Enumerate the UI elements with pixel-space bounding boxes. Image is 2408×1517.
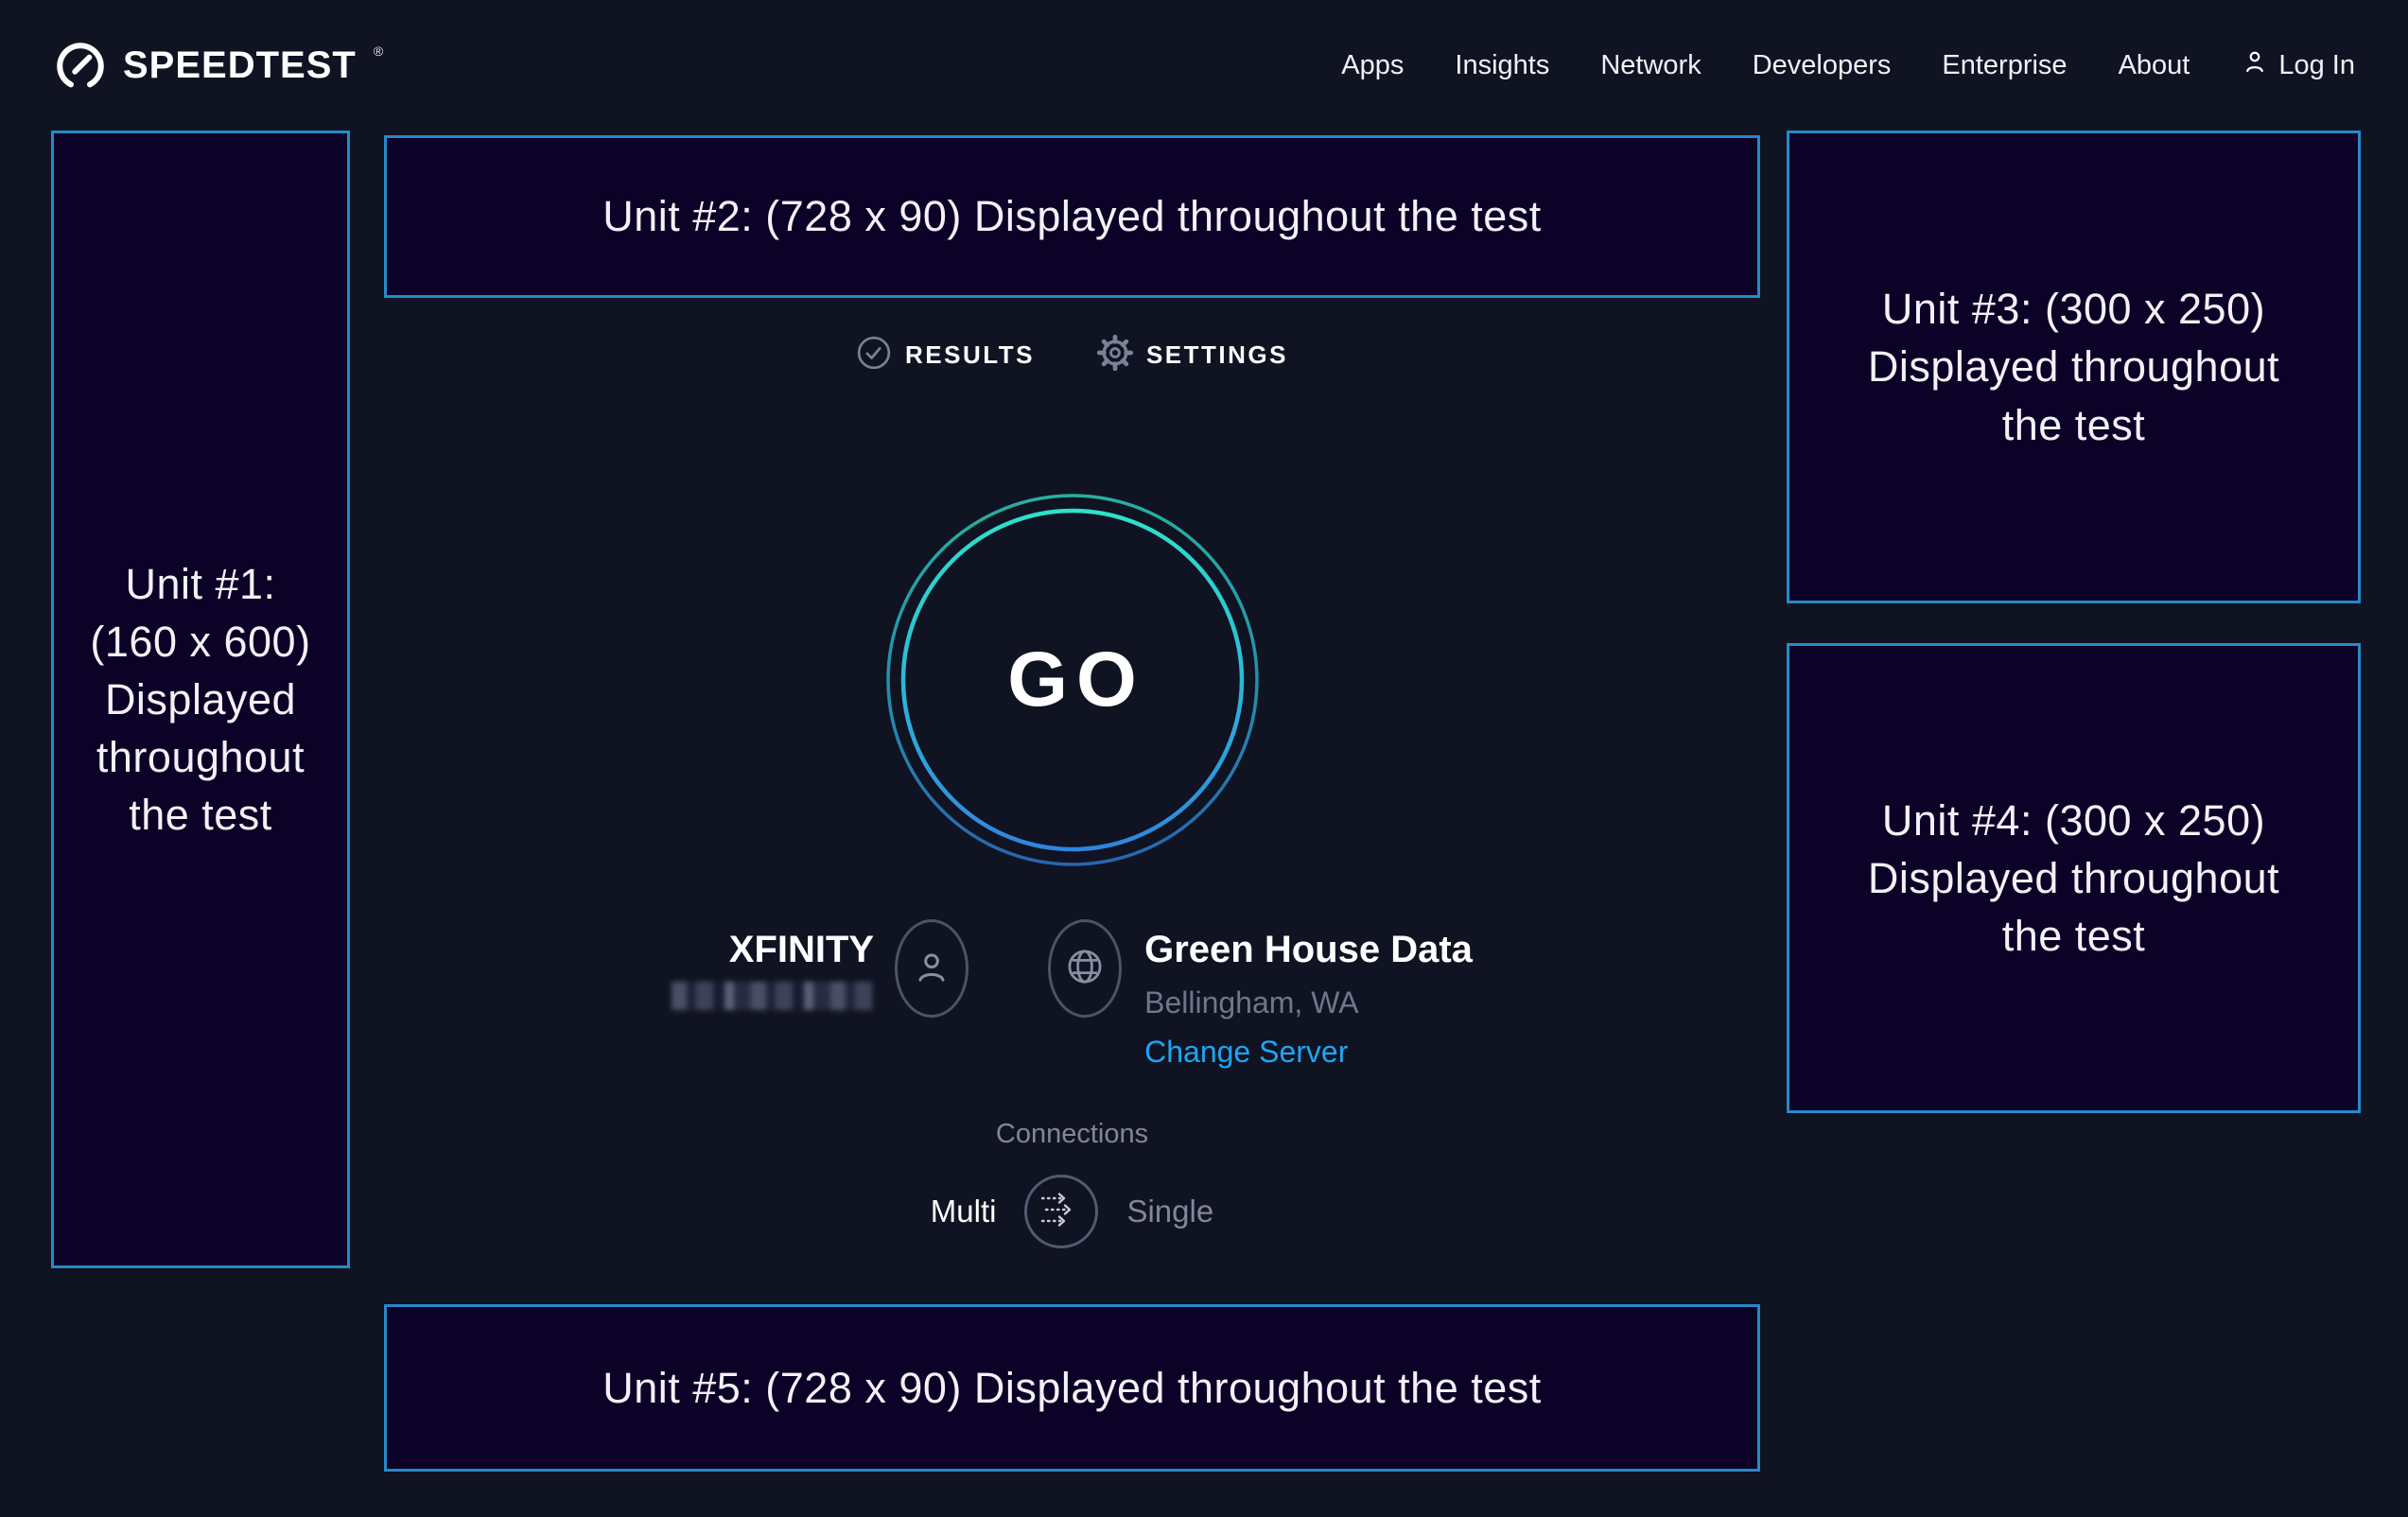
ad-unit-1[interactable]: Unit #1: (160 x 600) Displayed throughou…: [51, 131, 350, 1268]
nav-item-developers[interactable]: Developers: [1727, 50, 1917, 81]
isp-name: XFINITY: [729, 927, 874, 972]
change-server-link[interactable]: Change Server: [1144, 1035, 1348, 1069]
ad-unit-3[interactable]: Unit #3: (300 x 250) Displayed throughou…: [1787, 131, 2361, 603]
server-name: Green House Data: [1144, 927, 1473, 972]
go-label: GO: [883, 491, 1262, 869]
view-tabs: RESULTS: [384, 334, 1760, 375]
login-button[interactable]: Log In: [2215, 47, 2355, 83]
ad-unit-5-label: Unit #5: (728 x 90) Displayed throughout…: [602, 1359, 1542, 1417]
connections-single-label[interactable]: Single: [1126, 1193, 1213, 1230]
isp-block: XFINITY: [672, 927, 968, 1018]
server-block: Green House Data Bellingham, WA Change S…: [1048, 927, 1473, 1069]
ad-unit-5[interactable]: Unit #5: (728 x 90) Displayed throughout…: [384, 1304, 1760, 1472]
person-icon: [913, 948, 951, 990]
multi-connection-arrows-icon: [1039, 1192, 1083, 1232]
nav-item-network[interactable]: Network: [1575, 50, 1726, 81]
tab-settings[interactable]: SETTINGS: [1097, 335, 1288, 375]
main-nav: Apps Insights Network Developers Enterpr…: [1316, 47, 2355, 83]
speedtest-page: SPEEDTEST ® Apps Insights Network Develo…: [0, 0, 2408, 1517]
globe-icon: [1065, 947, 1105, 991]
connections-section: Connections Multi Single: [384, 1121, 1760, 1248]
ad-unit-2[interactable]: Unit #2: (728 x 90) Displayed throughout…: [384, 135, 1760, 298]
server-location: Bellingham, WA: [1144, 985, 1358, 1020]
nav-item-enterprise[interactable]: Enterprise: [1916, 50, 2092, 81]
connections-title: Connections: [996, 1121, 1148, 1148]
nav-item-about[interactable]: About: [2093, 50, 2216, 81]
ad-unit-3-label: Unit #3: (300 x 250) Displayed throughou…: [1847, 280, 2301, 454]
check-circle-icon: [856, 335, 892, 375]
ad-unit-1-label: Unit #1: (160 x 600) Displayed throughou…: [82, 555, 319, 845]
top-nav-bar: SPEEDTEST ® Apps Insights Network Develo…: [0, 0, 2408, 131]
nav-item-insights[interactable]: Insights: [1429, 50, 1575, 81]
tab-settings-label: SETTINGS: [1146, 340, 1288, 370]
tab-results-label: RESULTS: [905, 340, 1035, 370]
ad-unit-2-label: Unit #2: (728 x 90) Displayed throughout…: [602, 187, 1542, 245]
go-button-area: GO: [384, 491, 1760, 869]
server-badge: [1048, 919, 1122, 1018]
logo-text: SPEEDTEST: [123, 37, 357, 94]
user-icon: [2241, 47, 2269, 83]
speedometer-icon: [53, 37, 108, 94]
connection-info-row: XFINITY: [384, 927, 1760, 1069]
isp-ip-redacted: [672, 982, 874, 1010]
login-label: Log In: [2278, 50, 2355, 81]
connections-multi-label[interactable]: Multi: [931, 1193, 997, 1230]
isp-badge: [895, 919, 968, 1018]
connections-toggle[interactable]: [1024, 1175, 1098, 1248]
nav-item-apps[interactable]: Apps: [1316, 50, 1429, 81]
speedtest-logo[interactable]: SPEEDTEST ®: [53, 37, 383, 94]
go-button[interactable]: GO: [883, 491, 1262, 869]
tab-results[interactable]: RESULTS: [856, 335, 1035, 375]
ad-unit-4[interactable]: Unit #4: (300 x 250) Displayed throughou…: [1787, 643, 2361, 1113]
gear-icon: [1097, 335, 1133, 375]
ad-unit-4-label: Unit #4: (300 x 250) Displayed throughou…: [1847, 792, 2301, 966]
logo-trademark: ®: [374, 37, 383, 65]
